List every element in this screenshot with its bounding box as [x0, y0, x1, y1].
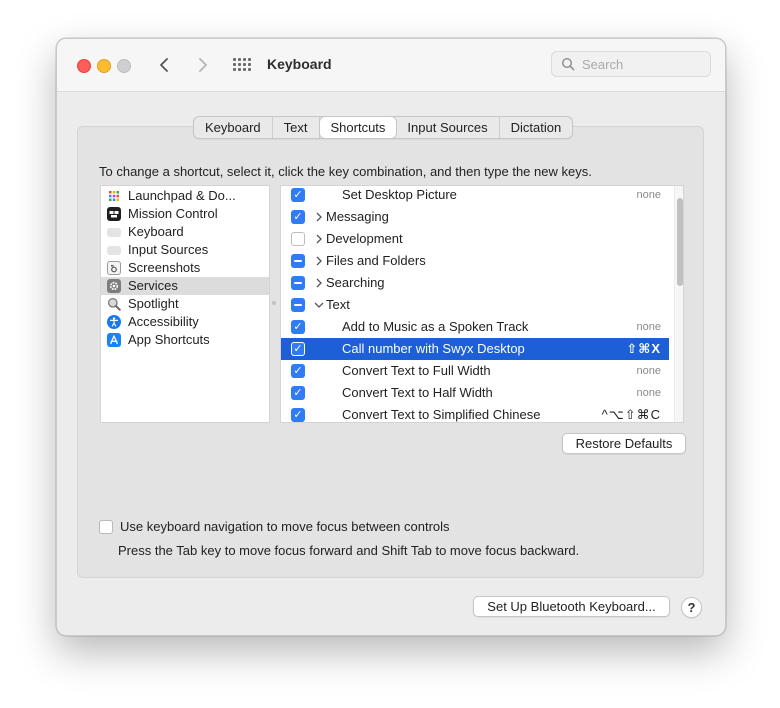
shortcut-keys[interactable]: ⇧⌘X — [626, 338, 661, 360]
zoom-button[interactable] — [117, 59, 131, 73]
category-item-input-sources[interactable]: Input Sources — [101, 241, 269, 259]
tab-shortcuts[interactable]: Shortcuts — [319, 117, 397, 138]
close-button[interactable] — [77, 59, 91, 73]
category-item-services[interactable]: Services — [101, 277, 269, 295]
tab-text[interactable]: Text — [273, 117, 320, 138]
shortcut-row[interactable]: ✓ Convert Text to Full Width none — [281, 360, 669, 382]
screenshots-icon — [107, 261, 121, 275]
launchpad-icon — [107, 189, 121, 203]
shortcut-name: Call number with Swyx Desktop — [342, 341, 525, 356]
category-item-accessibility[interactable]: Accessibility — [101, 313, 269, 331]
back-button[interactable] — [154, 53, 176, 77]
accessibility-icon — [107, 315, 121, 329]
forward-button[interactable] — [191, 53, 213, 77]
shortcut-keys[interactable]: ^⌥⇧⌘C — [602, 404, 661, 422]
shortcut-group-name: Text — [326, 297, 350, 312]
shortcut-row[interactable]: ✓ Add to Music as a Spoken Track none — [281, 316, 669, 338]
keyboard-navigation-label: Use keyboard navigation to move focus be… — [120, 519, 450, 534]
shortcut-group-name: Messaging — [326, 209, 389, 224]
category-label: App Shortcuts — [128, 332, 210, 347]
tab-bar: Keyboard Text Shortcuts Input Sources Di… — [193, 116, 574, 139]
shortcut-row[interactable]: ✓ Set Desktop Picture none — [281, 186, 669, 206]
category-item-screenshots[interactable]: Screenshots — [101, 259, 269, 277]
checkbox-checked[interactable]: ✓ — [291, 386, 305, 400]
setup-bluetooth-keyboard-button[interactable]: Set Up Bluetooth Keyboard... — [473, 596, 670, 617]
restore-defaults-button[interactable]: Restore Defaults — [562, 433, 686, 454]
search-icon — [561, 57, 575, 71]
checkbox-checked[interactable]: ✓ — [291, 342, 305, 356]
checkbox-mixed[interactable] — [291, 276, 305, 290]
shortcut-name: Set Desktop Picture — [342, 187, 457, 202]
checkbox-mixed[interactable] — [291, 254, 305, 268]
keyboard-navigation-hint: Press the Tab key to move focus forward … — [118, 543, 580, 558]
checkbox-unchecked[interactable] — [291, 232, 305, 246]
category-label: Input Sources — [128, 242, 209, 257]
mission-control-icon — [107, 207, 121, 221]
category-item-launchpad[interactable]: Launchpad & Do... — [101, 187, 269, 205]
search-field[interactable] — [551, 51, 711, 77]
checkbox-checked[interactable]: ✓ — [291, 320, 305, 334]
category-list: Launchpad & Do... Mission Control Keyboa… — [100, 185, 270, 423]
shortcut-group-row[interactable]: Files and Folders — [281, 250, 669, 272]
chevron-left-icon — [160, 58, 168, 72]
shortcut-row[interactable]: ✓ Convert Text to Simplified Chinese ^⌥⇧… — [281, 404, 669, 422]
scrollbar[interactable] — [674, 186, 683, 422]
split-view-divider[interactable] — [272, 301, 276, 305]
shortcut-group-row[interactable]: Development — [281, 228, 669, 250]
shortcut-name: Add to Music as a Spoken Track — [342, 319, 529, 334]
checkbox-mixed[interactable] — [291, 298, 305, 312]
checkbox-checked[interactable]: ✓ — [291, 364, 305, 378]
shortcut-name: Convert Text to Full Width — [342, 363, 491, 378]
tab-dictation[interactable]: Dictation — [500, 117, 573, 138]
checkbox-checked[interactable]: ✓ — [291, 188, 305, 202]
tab-keyboard[interactable]: Keyboard — [194, 117, 273, 138]
spotlight-icon — [107, 297, 121, 311]
input-sources-icon — [107, 246, 121, 255]
category-item-app-shortcuts[interactable]: App Shortcuts — [101, 331, 269, 349]
shortcut-group-row[interactable]: ✓ Messaging — [281, 206, 669, 228]
gear-icon — [107, 279, 121, 293]
shortcut-group-name: Searching — [326, 275, 385, 290]
app-store-icon — [107, 333, 121, 347]
checkbox-checked[interactable]: ✓ — [291, 210, 305, 224]
category-item-keyboard[interactable]: Keyboard — [101, 223, 269, 241]
category-label: Mission Control — [128, 206, 218, 221]
help-button[interactable]: ? — [681, 597, 702, 618]
shortcut-keys[interactable]: none — [637, 186, 661, 206]
keyboard-navigation-checkbox[interactable] — [99, 520, 113, 534]
minimize-button[interactable] — [97, 59, 111, 73]
shortcut-group-row[interactable]: Searching — [281, 272, 669, 294]
shortcut-group-row[interactable]: Text — [281, 294, 669, 316]
title-bar: Keyboard — [57, 39, 725, 92]
shortcut-row[interactable]: ✓ Convert Text to Half Width none — [281, 382, 669, 404]
shortcut-row-selected[interactable]: ✓ Call number with Swyx Desktop ⇧⌘X — [281, 338, 669, 360]
category-item-spotlight[interactable]: Spotlight — [101, 295, 269, 313]
keyboard-icon — [107, 228, 121, 237]
scrollbar-thumb[interactable] — [677, 198, 683, 286]
shortcut-keys[interactable]: none — [637, 360, 661, 382]
chevron-right-icon — [199, 58, 207, 72]
search-input[interactable] — [582, 55, 702, 73]
category-label: Spotlight — [128, 296, 179, 311]
keyboard-preferences-window: Keyboard Keyboard Text Shortcuts Input S… — [56, 38, 726, 636]
category-label: Keyboard — [128, 224, 184, 239]
shortcut-name: Convert Text to Half Width — [342, 385, 493, 400]
instructions-text: To change a shortcut, select it, click t… — [99, 164, 592, 179]
category-label: Accessibility — [128, 314, 199, 329]
category-label: Screenshots — [128, 260, 201, 275]
shortcut-keys[interactable]: none — [637, 316, 661, 338]
shortcut-keys[interactable]: none — [637, 382, 661, 404]
category-item-mission-control[interactable]: Mission Control — [101, 205, 269, 223]
tab-input-sources[interactable]: Input Sources — [396, 117, 500, 138]
category-label: Launchpad & Do... — [128, 188, 236, 203]
shortcut-group-name: Files and Folders — [326, 253, 426, 268]
shortcut-group-name: Development — [326, 231, 403, 246]
window-title: Keyboard — [267, 56, 332, 72]
checkbox-checked[interactable]: ✓ — [291, 408, 305, 422]
show-all-grid-icon[interactable] — [233, 58, 251, 72]
shortcut-name: Convert Text to Simplified Chinese — [342, 407, 541, 422]
category-label: Services — [128, 278, 178, 293]
shortcut-list: ✓ Set Desktop Picture none ✓ Messaging D… — [280, 185, 684, 423]
